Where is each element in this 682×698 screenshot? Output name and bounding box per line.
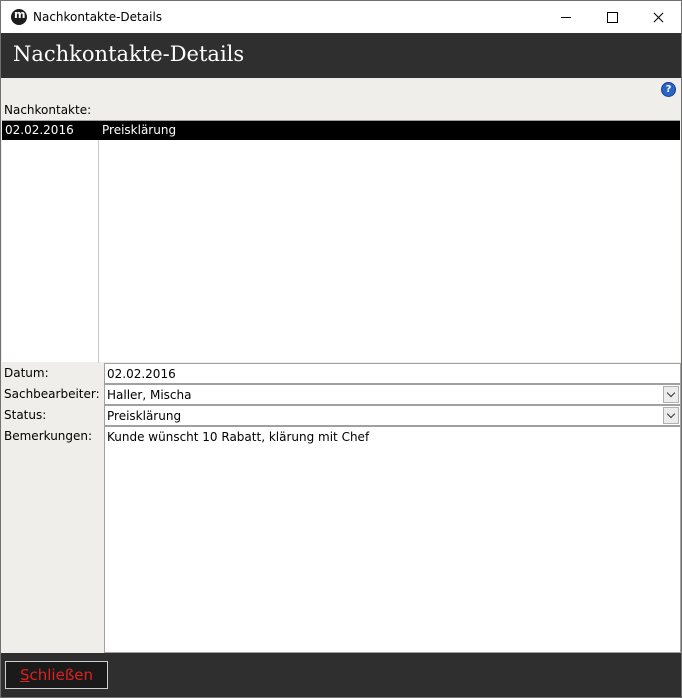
status-select[interactable]: Preisklärung	[104, 405, 681, 426]
bemerkungen-value: Kunde wünscht 10 Rabatt, klärung mit Che…	[107, 430, 370, 444]
list-caption: Nachkontakte:	[4, 103, 92, 117]
bemerkungen-label: Bemerkungen:	[4, 429, 93, 443]
app-window: Nachkontakte-Details Nachkontakte-Detail…	[0, 0, 682, 698]
close-button[interactable]: Schließen	[5, 661, 108, 689]
close-button-mnemonic: S	[19, 666, 30, 684]
maximize-button[interactable]	[589, 1, 635, 33]
column-divider	[98, 121, 99, 363]
detail-form: Datum: 02.02.2016 Sachbearbeiter: Haller…	[1, 362, 681, 653]
sachbearbeiter-select[interactable]: Haller, Mischa	[104, 384, 681, 405]
list-item-selected[interactable]: 02.02.2016 Preisklärung	[2, 121, 680, 140]
nachkontakte-list[interactable]: 02.02.2016 Preisklärung	[2, 120, 680, 363]
chevron-down-icon[interactable]	[663, 386, 679, 403]
app-logo-icon	[11, 8, 27, 25]
sachbearbeiter-value: Haller, Mischa	[107, 388, 192, 402]
window-title: Nachkontakte-Details	[33, 10, 163, 24]
datum-value: 02.02.2016	[107, 367, 176, 381]
page-title: Nachkontakte-Details	[13, 42, 245, 66]
list-item-topic: Preisklärung	[102, 123, 177, 137]
bemerkungen-textarea[interactable]: Kunde wünscht 10 Rabatt, klärung mit Che…	[104, 426, 681, 653]
close-button-label: chließen	[29, 666, 94, 684]
list-item-date: 02.02.2016	[5, 123, 74, 137]
status-label: Status:	[4, 408, 47, 422]
sachbearbeiter-label: Sachbearbeiter:	[4, 387, 100, 401]
help-icon[interactable]: ?	[661, 82, 676, 97]
datum-label: Datum:	[4, 366, 49, 380]
minimize-button[interactable]	[543, 1, 589, 33]
chevron-down-icon[interactable]	[663, 407, 679, 424]
form-header: Nachkontakte-Details	[1, 33, 681, 78]
datum-field[interactable]: 02.02.2016	[104, 363, 681, 384]
close-window-button[interactable]	[635, 1, 681, 33]
form-footer: Schließen	[1, 653, 681, 697]
status-value: Preisklärung	[107, 409, 182, 423]
title-bar[interactable]: Nachkontakte-Details	[1, 1, 681, 33]
